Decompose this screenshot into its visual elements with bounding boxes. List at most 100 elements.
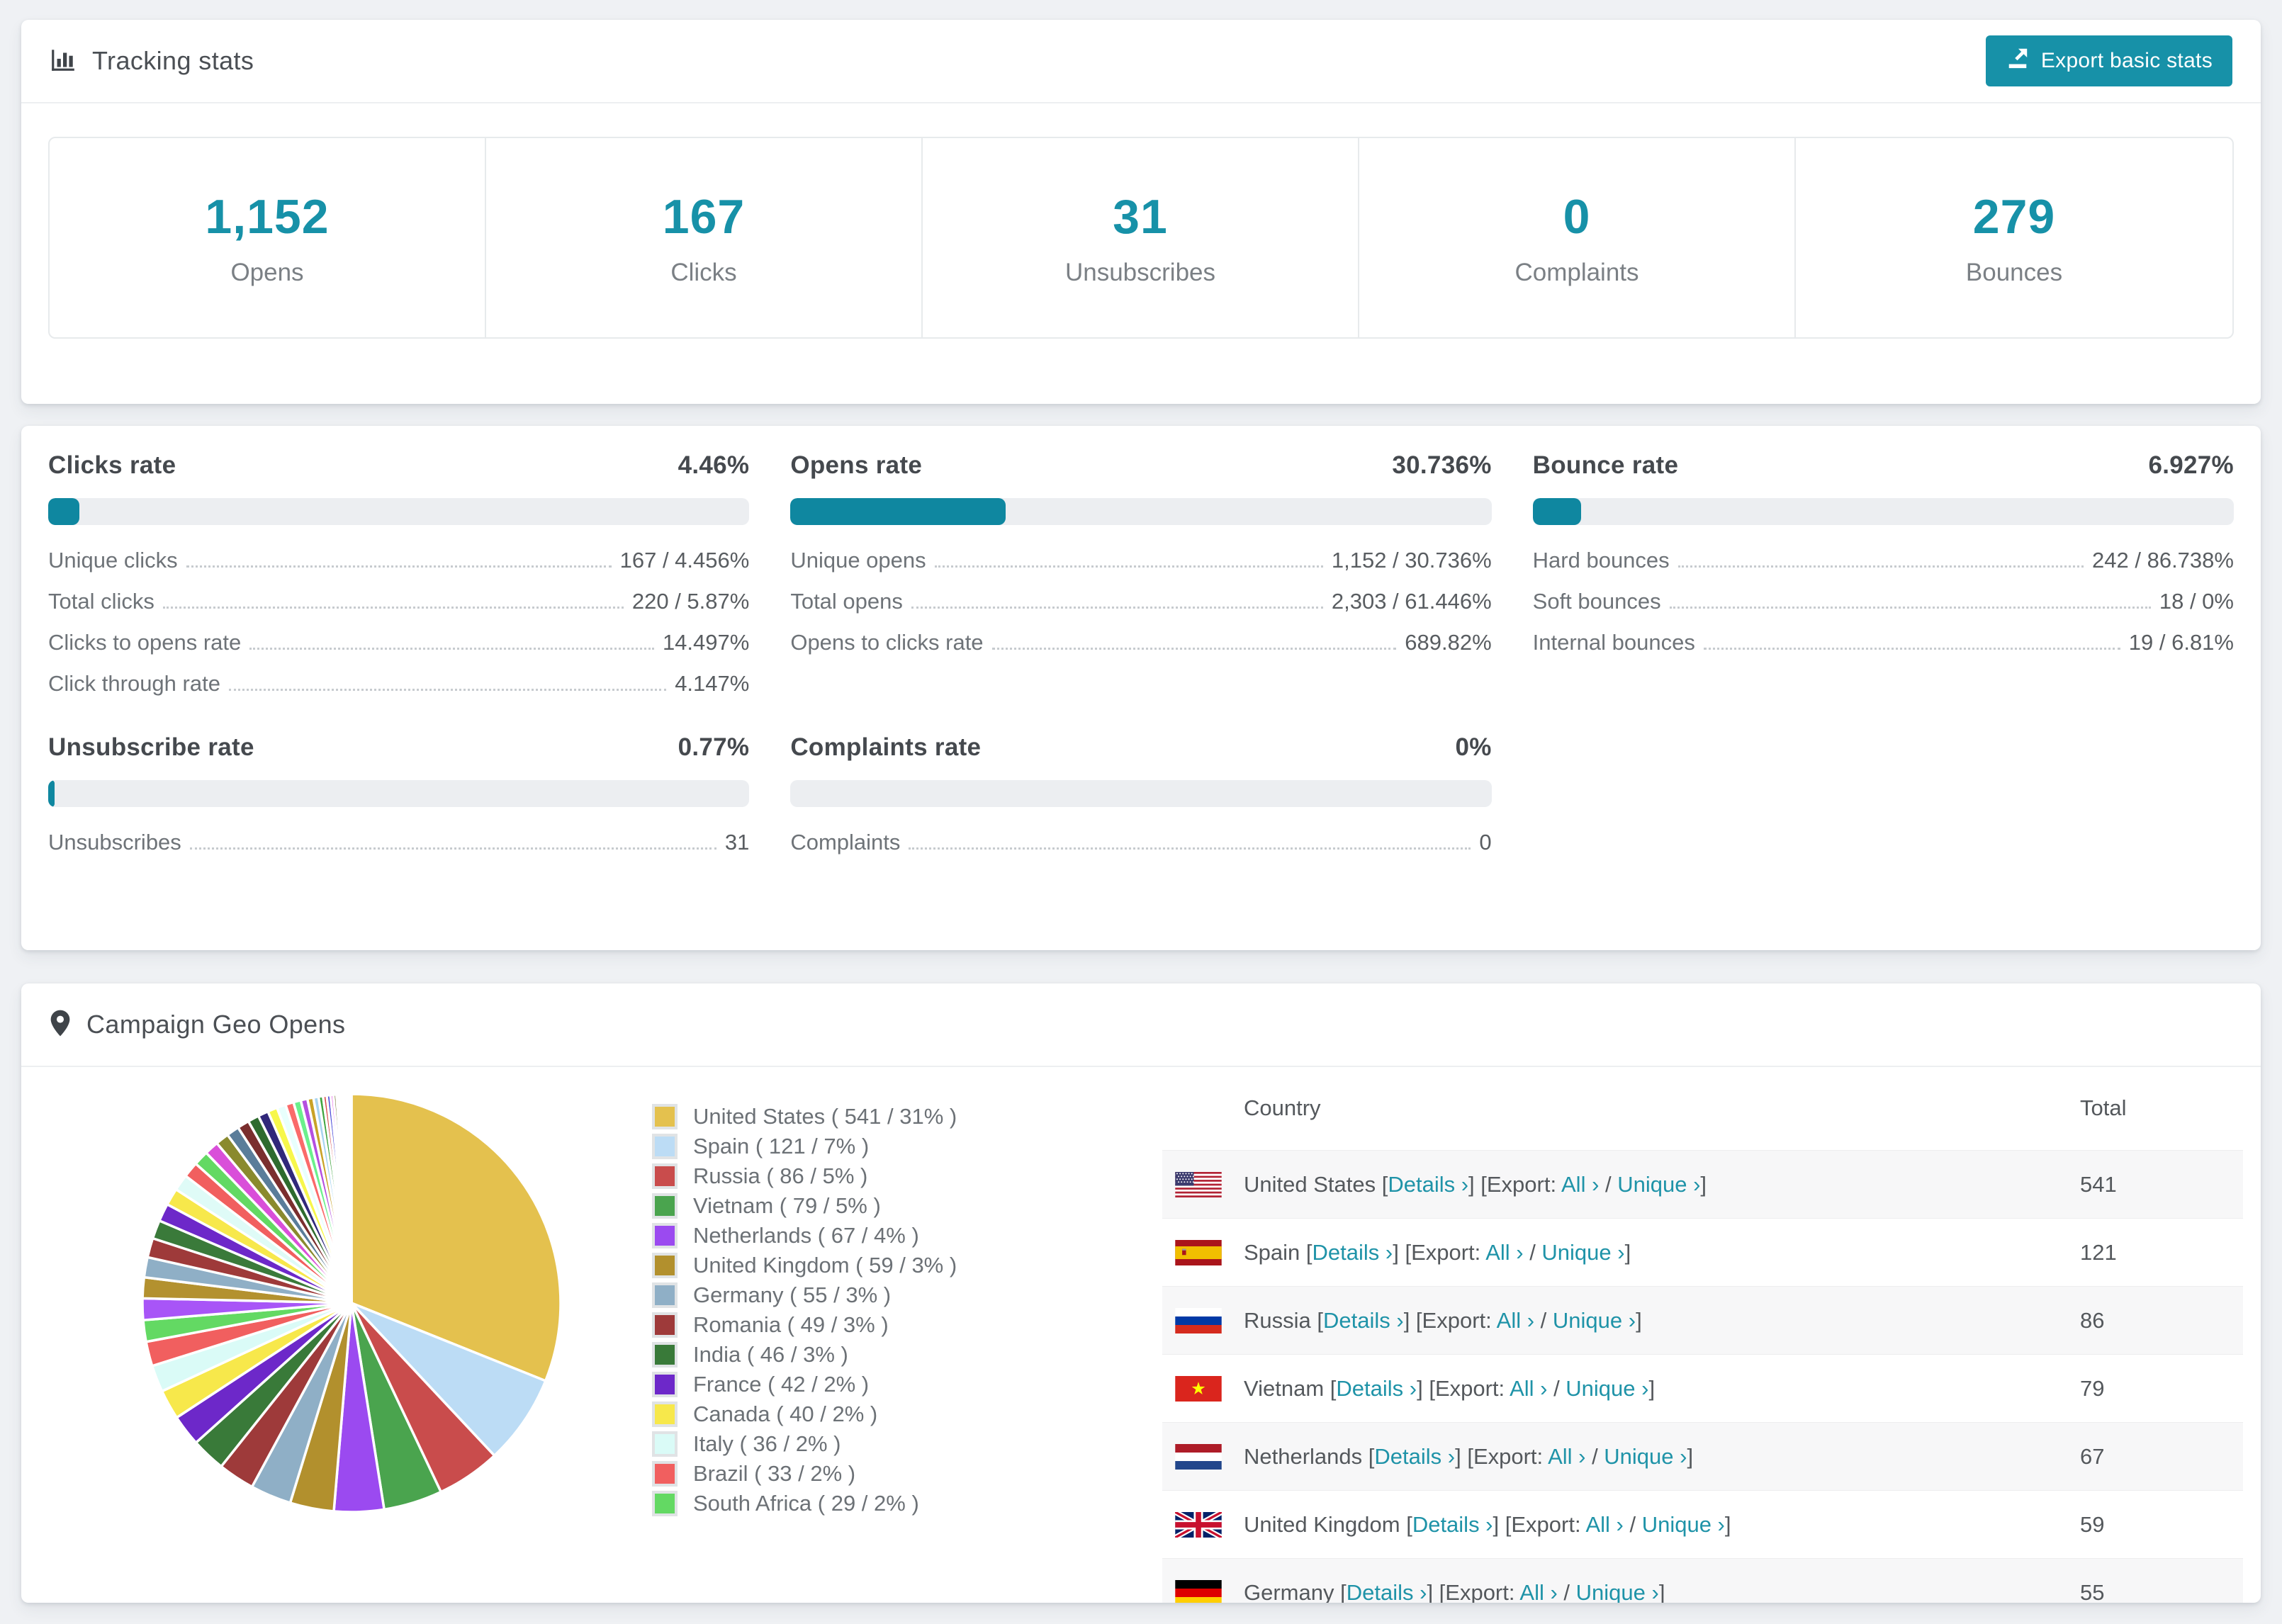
rate-header: Bounce rate 6.927% bbox=[1533, 451, 2234, 480]
rates-card: Clicks rate 4.46% Unique clicks 167 / 4.456… bbox=[21, 426, 2261, 950]
legend-label: Italy ( 36 / 2% ) bbox=[693, 1431, 841, 1456]
rate-header: Unsubscribe rate 0.77% bbox=[48, 733, 749, 762]
stat-value: 167 bbox=[662, 189, 746, 244]
progress-fill bbox=[48, 780, 55, 807]
stat-row-value: 31 bbox=[724, 830, 750, 855]
export-all-link[interactable]: All › bbox=[1519, 1580, 1557, 1603]
progress-bar bbox=[1532, 498, 2234, 525]
export-unique-link[interactable]: Unique › bbox=[1553, 1308, 1636, 1333]
country-cell: United Kingdom [Details ›] [Export: All … bbox=[1244, 1511, 1731, 1537]
export-unique-link[interactable]: Unique › bbox=[1541, 1240, 1624, 1265]
legend-item[interactable]: Vietnam ( 79 / 5% ) bbox=[652, 1191, 957, 1221]
rate-value: 30.736% bbox=[1392, 451, 1492, 479]
rates-grid: Clicks rate 4.46% Unique clicks 167 / 4.456… bbox=[48, 451, 2234, 864]
details-link[interactable]: Details › bbox=[1336, 1376, 1417, 1401]
legend-item[interactable]: United Kingdom ( 59 / 3% ) bbox=[652, 1251, 957, 1280]
stat-row: Complaints 0 bbox=[790, 823, 1491, 864]
geo-opens-card: Campaign Geo Opens United States ( 541 /… bbox=[21, 983, 2261, 1603]
stat-row-label: Hard bounces bbox=[1532, 548, 1670, 573]
stat-row-label: Total clicks bbox=[48, 589, 154, 614]
country-cell: Spain [Details ›] [Export: All › / Uniqu… bbox=[1244, 1239, 1631, 1265]
tracking-stats-header: Tracking stats Export basic stats bbox=[21, 20, 2261, 102]
export-all-link[interactable]: All › bbox=[1548, 1444, 1585, 1469]
country-name: Russia bbox=[1244, 1307, 1317, 1333]
stat-row-value: 18 / 0% bbox=[2159, 589, 2234, 614]
pie-slice[interactable] bbox=[349, 1093, 353, 1304]
rate-header: Complaints rate 0% bbox=[790, 733, 1491, 762]
progress-bar bbox=[48, 498, 750, 525]
export-unique-link[interactable]: Unique › bbox=[1576, 1580, 1659, 1603]
export-unique-link[interactable]: Unique › bbox=[1642, 1512, 1725, 1537]
legend-swatch bbox=[652, 1461, 678, 1487]
stat-row-value: 220 / 5.87% bbox=[631, 589, 750, 614]
rate-rows: Unsubscribes 31 bbox=[48, 823, 749, 864]
stat-value: 279 bbox=[1972, 189, 2056, 244]
map-pin-icon bbox=[50, 1008, 71, 1042]
progress-fill bbox=[48, 498, 80, 525]
stat-row: Soft bounces 18 / 0% bbox=[1533, 582, 2234, 623]
country-flag-icon bbox=[1175, 1511, 1222, 1538]
legend-item[interactable]: Brazil ( 33 / 2% ) bbox=[652, 1459, 957, 1489]
legend-item[interactable]: India ( 46 / 3% ) bbox=[652, 1340, 957, 1370]
rate-value: 0.77% bbox=[678, 733, 750, 761]
legend-item[interactable]: South Africa ( 29 / 2% ) bbox=[652, 1489, 957, 1518]
country-flag-icon bbox=[1175, 1375, 1222, 1402]
export-all-link[interactable]: All › bbox=[1497, 1308, 1534, 1333]
legend-item[interactable]: Romania ( 49 / 3% ) bbox=[652, 1310, 957, 1340]
legend-item[interactable]: France ( 42 / 2% ) bbox=[652, 1370, 957, 1399]
export-basic-stats-button[interactable]: Export basic stats bbox=[1985, 35, 2232, 86]
legend-item[interactable]: Netherlands ( 67 / 4% ) bbox=[652, 1221, 957, 1251]
export-icon bbox=[2006, 46, 2030, 76]
legend-item[interactable]: Russia ( 86 / 5% ) bbox=[652, 1161, 957, 1191]
export-all-link[interactable]: All › bbox=[1561, 1172, 1599, 1197]
bar-chart-icon bbox=[50, 46, 77, 77]
stat-row: Unique opens 1,152 / 30.736% bbox=[790, 541, 1491, 582]
progress-bar bbox=[790, 780, 1492, 807]
stat-row: Internal bounces 19 / 6.81% bbox=[1533, 623, 2234, 664]
country-flag-icon bbox=[1175, 1307, 1222, 1333]
total-cell: 541 bbox=[2080, 1171, 2117, 1197]
stat-label: Clicks bbox=[670, 258, 737, 286]
stat-value: 31 bbox=[1113, 189, 1168, 244]
details-link[interactable]: Details › bbox=[1347, 1580, 1427, 1603]
dotted-leader bbox=[228, 689, 667, 691]
header-divider bbox=[21, 102, 2261, 103]
export-unique-link[interactable]: Unique › bbox=[1566, 1376, 1648, 1401]
stat-row-label: Unsubscribes bbox=[48, 830, 181, 855]
stat-row-value: 19 / 6.81% bbox=[2128, 630, 2234, 655]
geo-table: Country Total United States [Details ›] … bbox=[1162, 1066, 2243, 1603]
table-row: Russia [Details ›] [Export: All › / Uniq… bbox=[1162, 1286, 2243, 1354]
rate-block: Clicks rate 4.46% Unique clicks 167 / 4.456… bbox=[48, 451, 750, 705]
legend-item[interactable]: Spain ( 121 / 7% ) bbox=[652, 1132, 957, 1161]
stat-tile: 1,152 Opens bbox=[50, 138, 486, 337]
rate-header: Clicks rate 4.46% bbox=[48, 451, 749, 480]
export-all-link[interactable]: All › bbox=[1510, 1376, 1547, 1401]
stat-tile: 31 Unsubscribes bbox=[923, 138, 1359, 337]
stat-value: 1,152 bbox=[205, 189, 330, 244]
legend-item[interactable]: United States ( 541 / 31% ) bbox=[652, 1102, 957, 1132]
export-all-link[interactable]: All › bbox=[1485, 1240, 1523, 1265]
legend-label: Russia ( 86 / 5% ) bbox=[693, 1163, 868, 1188]
legend-swatch bbox=[652, 1134, 678, 1159]
dotted-leader bbox=[189, 847, 716, 850]
details-link[interactable]: Details › bbox=[1313, 1240, 1393, 1265]
dotted-leader bbox=[1669, 607, 2151, 609]
details-link[interactable]: Details › bbox=[1388, 1172, 1468, 1197]
stat-row-label: Click through rate bbox=[48, 671, 220, 696]
details-link[interactable]: Details › bbox=[1323, 1308, 1404, 1333]
stat-row: Total clicks 220 / 5.87% bbox=[48, 582, 749, 623]
export-all-link[interactable]: All › bbox=[1585, 1512, 1623, 1537]
legend-item[interactable]: Italy ( 36 / 2% ) bbox=[652, 1429, 957, 1459]
rate-value: 4.46% bbox=[678, 451, 750, 479]
details-link[interactable]: Details › bbox=[1374, 1444, 1455, 1469]
export-unique-link[interactable]: Unique › bbox=[1604, 1444, 1687, 1469]
details-link[interactable]: Details › bbox=[1412, 1512, 1493, 1537]
legend-swatch bbox=[652, 1342, 678, 1368]
export-unique-link[interactable]: Unique › bbox=[1617, 1172, 1700, 1197]
country-cell: Vietnam [Details ›] [Export: All › / Uni… bbox=[1244, 1375, 1656, 1401]
total-cell: 86 bbox=[2080, 1307, 2105, 1333]
legend-item[interactable]: Germany ( 55 / 3% ) bbox=[652, 1280, 957, 1310]
legend-item[interactable]: Canada ( 40 / 2% ) bbox=[652, 1399, 957, 1429]
stat-row-value: 4.147% bbox=[675, 671, 750, 696]
geo-pie-chart bbox=[139, 1090, 564, 1516]
